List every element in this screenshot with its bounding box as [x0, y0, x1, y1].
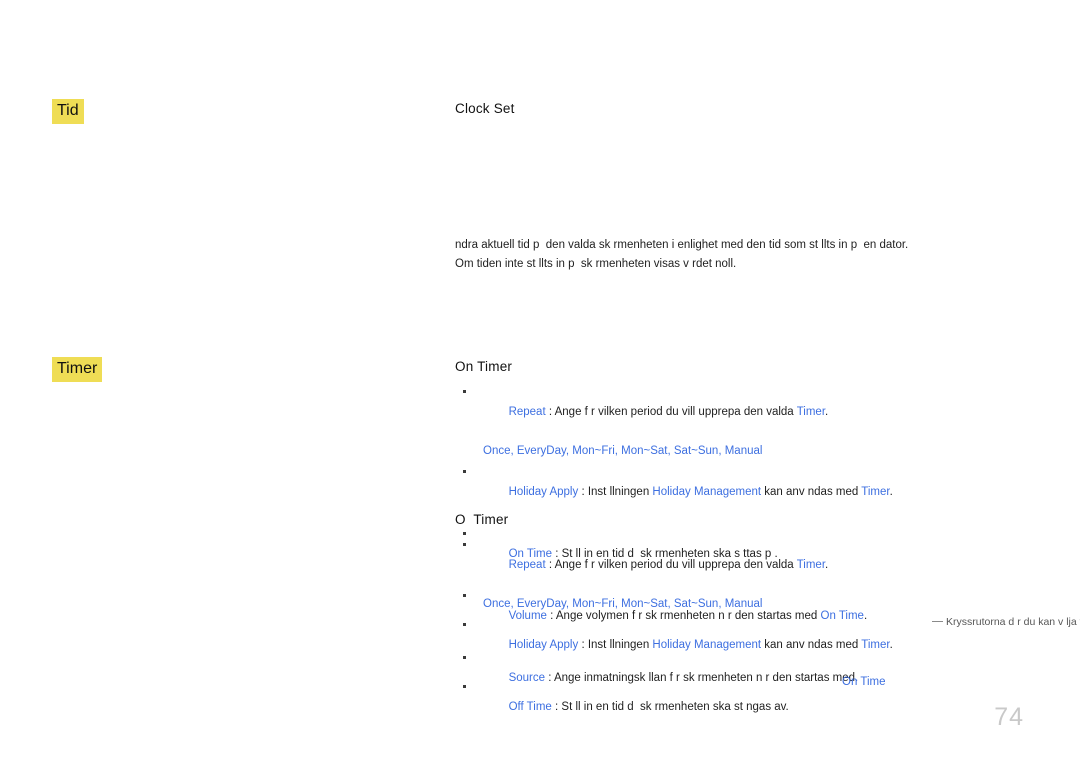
list-item: Repeat : Ange f r vilken period du vill …: [455, 535, 1055, 595]
bullet-dot-icon: [463, 685, 466, 688]
heading-on-timer: On Timer: [455, 359, 513, 374]
term-timer[interactable]: Timer: [797, 559, 825, 571]
bullet-text-tail: .: [889, 486, 893, 498]
bullet-text-mid: kan anv ndas med: [761, 639, 862, 651]
term-timer[interactable]: Timer: [861, 639, 889, 651]
bullet-dot-icon: [463, 623, 466, 626]
separator: :: [545, 406, 555, 418]
bullet-dot-icon: [463, 543, 466, 546]
term-holiday-apply[interactable]: Holiday Apply: [509, 486, 579, 498]
separator: :: [545, 559, 555, 571]
heading-off-timer: O Timer: [455, 512, 509, 527]
bullet-text-tail: .: [825, 406, 829, 418]
bullet-text: Inst llningen: [587, 486, 653, 498]
list-item: Off Time : St ll in en tid d sk rmenhete…: [455, 677, 1055, 737]
term-repeat[interactable]: Repeat: [509, 406, 546, 418]
term-holiday-management[interactable]: Holiday Management: [652, 639, 761, 651]
term-repeat[interactable]: Repeat: [509, 559, 546, 571]
list-item: Repeat : Ange f r vilken period du vill …: [455, 382, 1055, 442]
separator: :: [578, 639, 588, 651]
term-holiday-apply[interactable]: Holiday Apply: [509, 639, 579, 651]
note-dash-icon: [932, 621, 943, 622]
separator: :: [551, 701, 562, 713]
page-number: 74: [994, 703, 1024, 731]
bullet-text-tail: .: [825, 559, 829, 571]
repeat-options-off-timer[interactable]: Once, EveryDay, Mon~Fri, Mon~Sat, Sat~Su…: [455, 595, 1055, 613]
repeat-options-on-timer[interactable]: Once, EveryDay, Mon~Fri, Mon~Sat, Sat~Su…: [455, 442, 1055, 460]
separator: :: [578, 486, 588, 498]
section-label-timer: Timer: [52, 357, 103, 382]
bullet-text: St ll in en tid d sk rmenheten ska st ng…: [561, 701, 789, 713]
paragraph-clock-set-1: ndra aktuell tid p den valda sk rmenhete…: [455, 239, 909, 251]
bullet-text: Ange f r vilken period du vill upprepa d…: [554, 406, 797, 418]
bullet-dot-icon: [463, 470, 466, 473]
bullet-text-mid: kan anv ndas med: [761, 486, 862, 498]
bullet-list-off-timer: Repeat : Ange f r vilken period du vill …: [455, 535, 1055, 737]
section-label-tid: Tid: [52, 99, 84, 124]
list-item: Holiday Apply : Inst llningen Holiday Ma…: [455, 462, 1055, 522]
term-timer[interactable]: Timer: [861, 486, 889, 498]
document-page: Tid Timer Clock Set ndra aktuell tid p d…: [0, 0, 1080, 763]
bullet-text: Ange f r vilken period du vill upprepa d…: [554, 559, 797, 571]
bullet-dot-icon: [463, 390, 466, 393]
bullet-text: Inst llningen: [587, 639, 653, 651]
term-off-time[interactable]: Off Time: [509, 701, 552, 713]
paragraph-clock-set-2: Om tiden inte st llts in p sk rmenheten …: [455, 258, 737, 270]
term-timer[interactable]: Timer: [797, 406, 825, 418]
heading-clock-set: Clock Set: [455, 101, 515, 116]
term-holiday-management[interactable]: Holiday Management: [652, 486, 761, 498]
note-text: Kryssrutorna d r du kan v lja veckodagar…: [946, 616, 1080, 628]
footnote: Kryssrutorna d r du kan v lja veckodagar…: [932, 614, 1080, 630]
bullet-text-tail: .: [889, 639, 893, 651]
